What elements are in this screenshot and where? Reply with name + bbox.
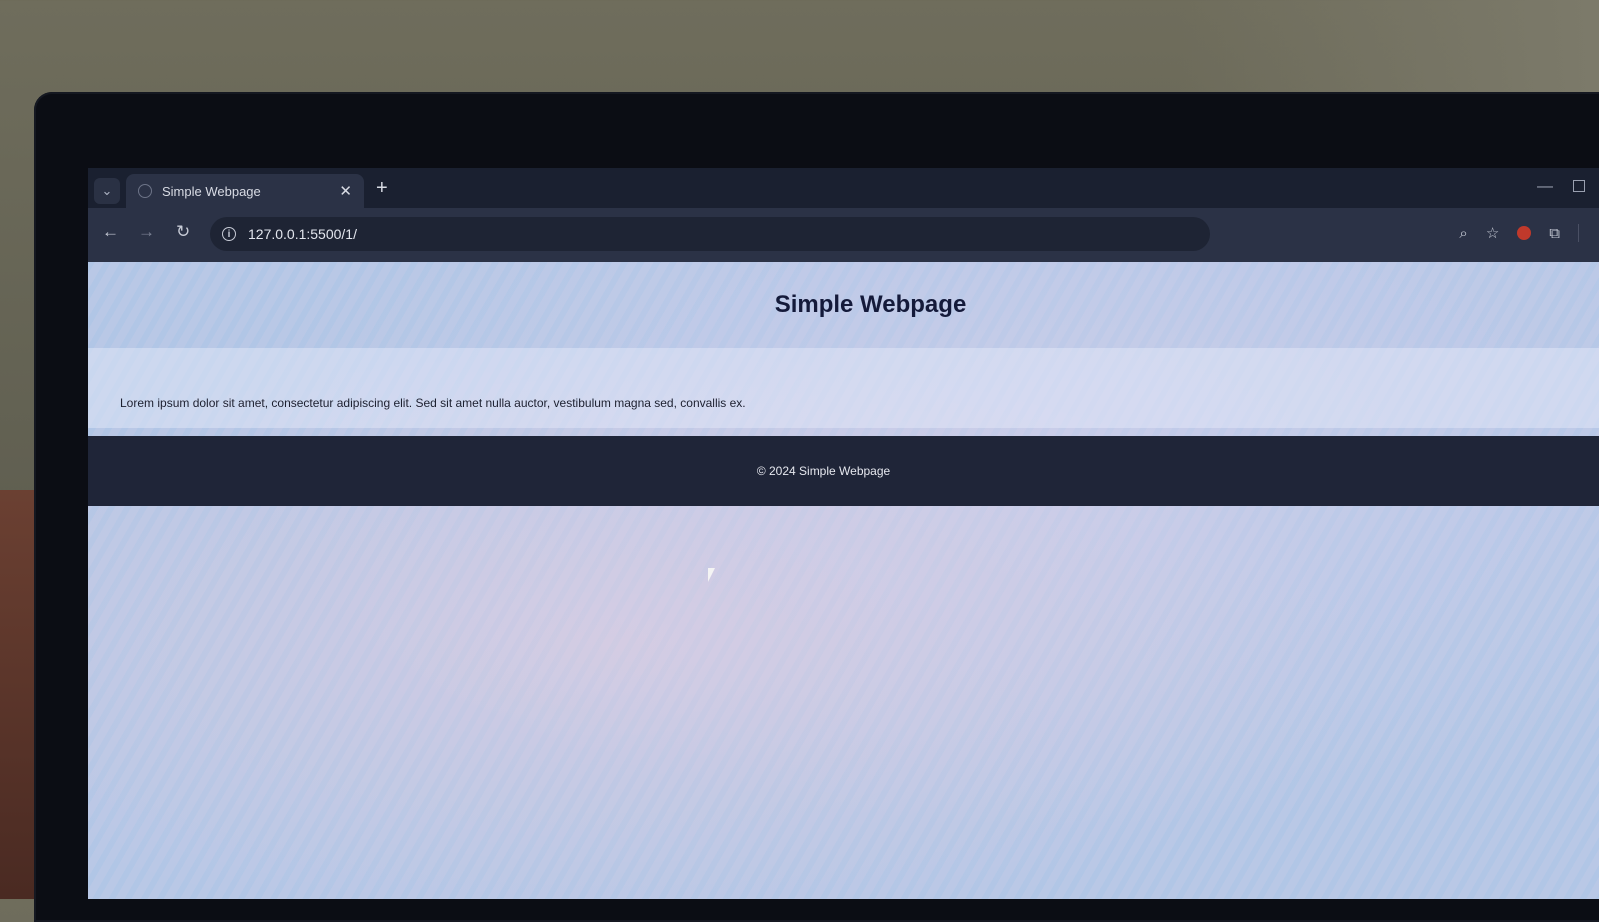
forward-arrow-icon[interactable]: → <box>138 222 155 242</box>
plus-icon[interactable]: + <box>376 178 388 198</box>
address-bar[interactable]: i 127.0.0.1:5500/1/ <box>210 217 1210 251</box>
browser-toolbar: ← → ↻ i 127.0.0.1:5500/1/ ⌕ ☆ ⧉ <box>88 208 1599 262</box>
reload-icon[interactable]: ↻ <box>176 222 190 242</box>
browser-window: ⌄ Simple Webpage ✕ + — ← → ↻ i 127.0.0.1… <box>88 168 1599 899</box>
mouse-cursor <box>708 568 715 582</box>
site-main: Lorem ipsum dolor sit amet, consectetur … <box>88 348 1599 428</box>
tab-simple-webpage[interactable]: Simple Webpage ✕ <box>126 174 364 208</box>
back-arrow-icon[interactable]: ← <box>102 222 119 242</box>
tab-title: Simple Webpage <box>162 183 261 199</box>
maximize-icon[interactable] <box>1573 180 1585 192</box>
body-paragraph: Lorem ipsum dolor sit amet, consectetur … <box>120 396 746 410</box>
extension-icon[interactable] <box>1517 226 1532 240</box>
tab-strip: ⌄ Simple Webpage ✕ + — <box>88 168 1599 208</box>
url-text: 127.0.0.1:5500/1/ <box>248 226 357 242</box>
zoom-icon[interactable]: ⌕ <box>1459 225 1467 242</box>
site-footer: © 2024 Simple Webpage <box>88 436 1599 506</box>
site-header: Simple Webpage <box>88 262 1599 348</box>
minimize-icon[interactable]: — <box>1537 178 1553 196</box>
globe-icon <box>138 184 152 198</box>
star-icon[interactable]: ☆ <box>1486 224 1499 242</box>
close-icon[interactable]: ✕ <box>339 182 352 200</box>
puzzle-icon[interactable]: ⧉ <box>1549 225 1560 242</box>
page-title: Simple Webpage <box>774 291 967 318</box>
info-icon[interactable]: i <box>222 227 236 241</box>
toolbar-separator <box>1578 224 1579 242</box>
chevron-down-icon[interactable]: ⌄ <box>94 178 120 204</box>
toolbar-actions: ⌕ ☆ ⧉ <box>1459 224 1579 242</box>
footer-text: © 2024 Simple Webpage <box>756 464 891 478</box>
page-viewport: Simple Webpage Lorem ipsum dolor sit ame… <box>88 262 1599 899</box>
